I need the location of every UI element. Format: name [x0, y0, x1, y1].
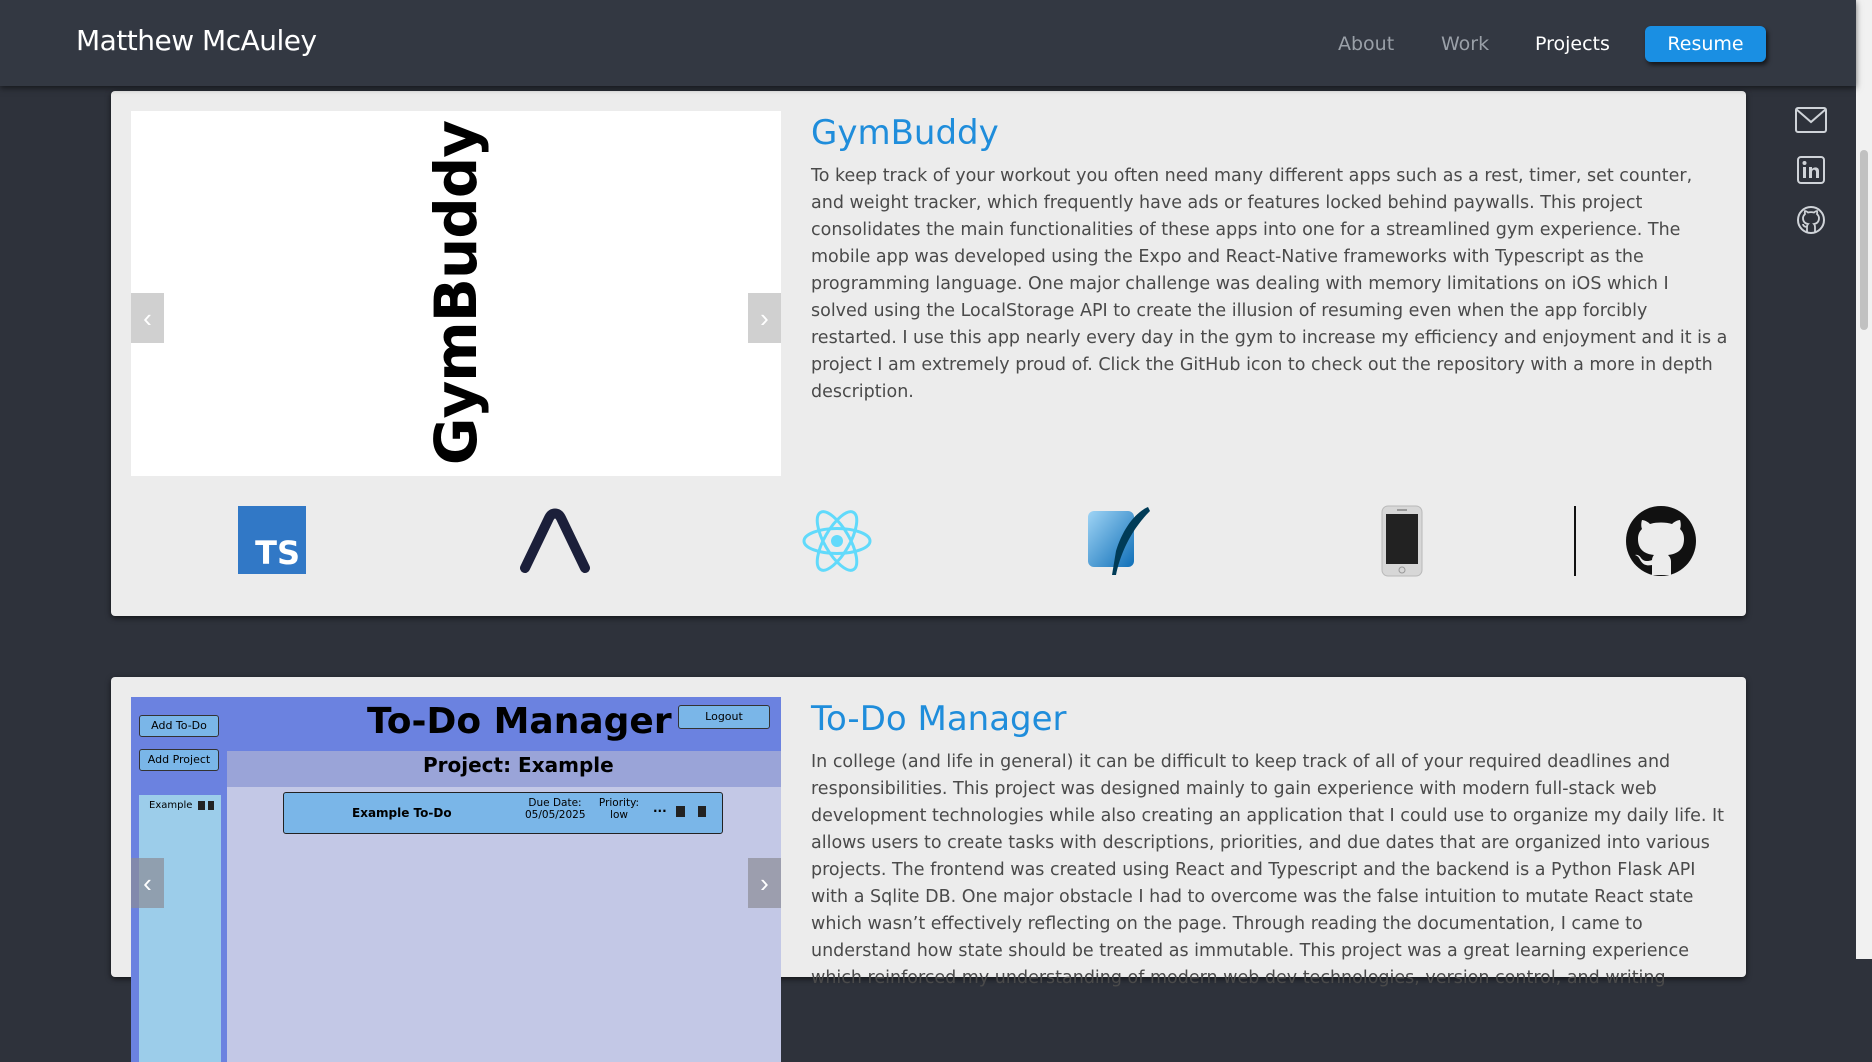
page-scrollbar[interactable]: [1856, 0, 1872, 959]
carousel-next-button[interactable]: ›: [748, 858, 781, 908]
todo-due-value: 05/05/2025: [525, 809, 586, 821]
todo-priority-label: Priority:: [598, 797, 640, 809]
carousel-next-button[interactable]: ›: [748, 293, 781, 343]
sqlite-icon: [1086, 505, 1154, 577]
project-description: In college (and life in general) it can …: [811, 752, 1725, 988]
nav-work[interactable]: Work: [1441, 33, 1489, 55]
linkedin-icon[interactable]: [1795, 154, 1827, 186]
project-carousel: To-Do Manager Logout Add To-Do Add Proje…: [131, 697, 781, 1062]
typescript-icon: TS: [238, 506, 306, 574]
project-title: To-Do Manager: [811, 699, 1067, 739]
github-icon[interactable]: [1795, 204, 1827, 236]
github-repo-icon[interactable]: [1625, 505, 1697, 577]
trash-icon: [698, 806, 706, 817]
more-icon: ···: [653, 804, 667, 818]
divider: [1574, 506, 1576, 576]
gymbuddy-logo: GymBuddy: [422, 120, 490, 466]
nav-projects[interactable]: Projects: [1535, 33, 1610, 55]
resume-button[interactable]: Resume: [1645, 26, 1766, 62]
todo-add-project-button: Add Project: [139, 749, 219, 771]
todo-project-heading: Project: Example: [423, 753, 614, 777]
todo-item-name: Example To-Do: [352, 806, 452, 820]
trash-icon: [208, 801, 214, 810]
project-carousel: GymBuddy ‹ ›: [131, 111, 781, 476]
brand-name[interactable]: Matthew McAuley: [76, 24, 317, 57]
todo-logout-button: Logout: [678, 705, 770, 729]
todo-add-todo-button: Add To-Do: [139, 715, 219, 737]
project-title: GymBuddy: [811, 113, 999, 153]
edit-icon: [676, 806, 685, 817]
nav-about[interactable]: About: [1338, 33, 1394, 55]
navbar: Matthew McAuley About Work Projects Resu…: [0, 0, 1856, 86]
project-card-todo-manager: To-Do Manager Logout Add To-Do Add Proje…: [111, 677, 1746, 1062]
todo-app-title: To-Do Manager: [367, 701, 672, 742]
todo-priority-value: low: [610, 809, 628, 821]
expo-icon: [519, 508, 591, 574]
scrollbar-thumb[interactable]: [1860, 150, 1868, 330]
carousel-prev-button[interactable]: ‹: [131, 858, 164, 908]
react-icon: [801, 506, 873, 576]
edit-icon: [198, 801, 205, 810]
project-description: To keep track of your workout you often …: [811, 166, 1728, 402]
todo-project-list: [139, 795, 221, 1062]
todo-item-due: Due Date: 05/05/2025: [525, 797, 586, 821]
todo-project-item: Example: [149, 800, 193, 811]
typescript-label: TS: [255, 534, 300, 572]
mail-icon[interactable]: [1795, 104, 1827, 136]
todo-due-label: Due Date:: [528, 797, 582, 809]
carousel-prev-button[interactable]: ‹: [131, 293, 164, 343]
project-card-gymbuddy: GymBuddy ‹ › GymBuddy To keep track of y…: [111, 91, 1746, 616]
mobile-phone-icon: [1381, 505, 1423, 577]
todo-item-priority: Priority: low: [597, 797, 641, 821]
